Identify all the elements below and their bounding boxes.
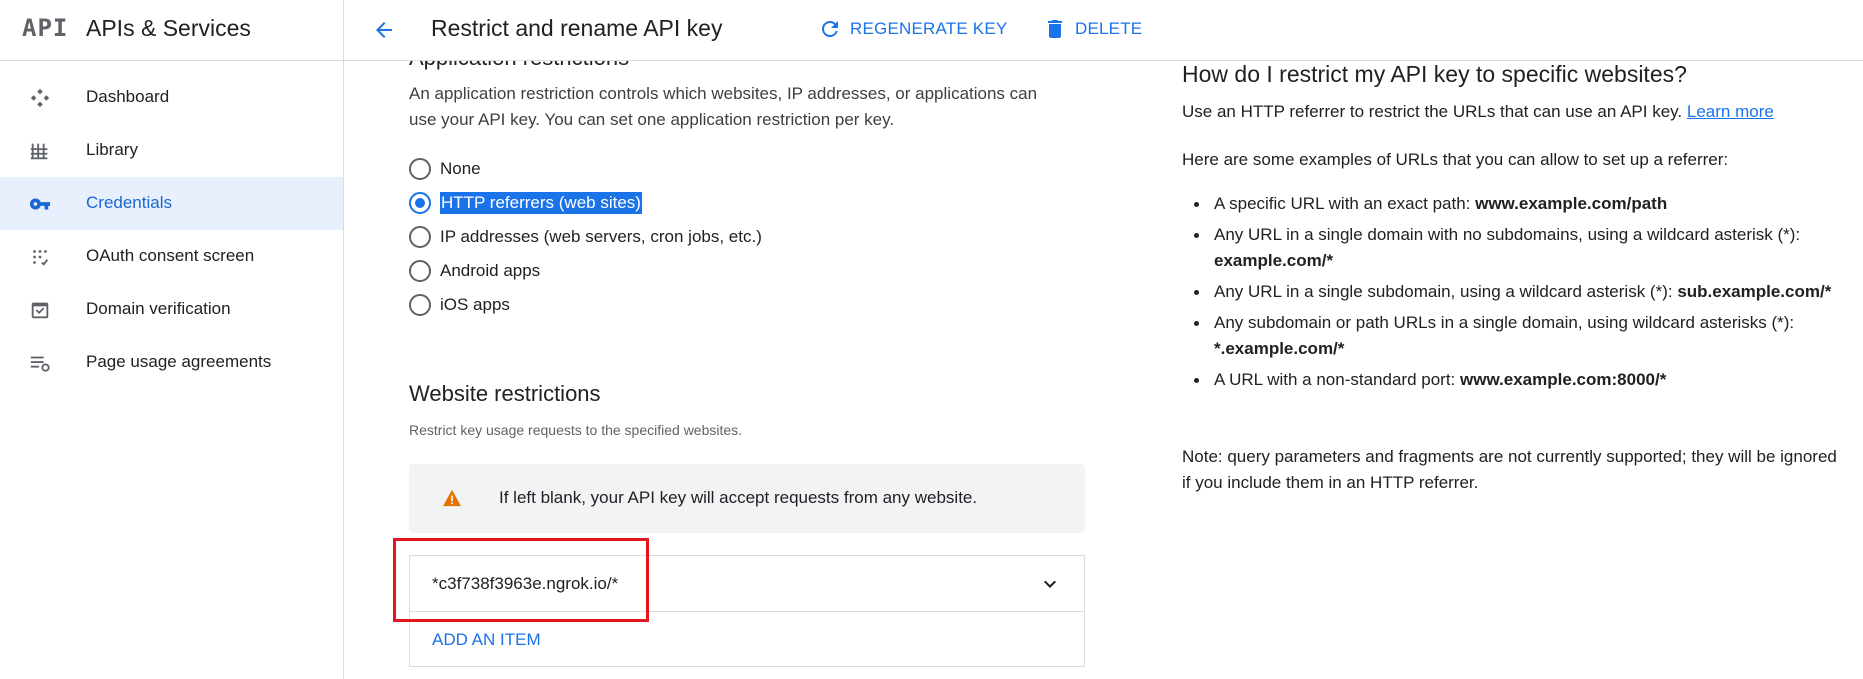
sidebar-item-dashboard[interactable]: Dashboard — [0, 71, 343, 124]
application-restrictions-description: An application restriction controls whic… — [409, 84, 1038, 129]
example-text: A URL with a non-standard port: — [1214, 370, 1461, 389]
example-text: Any subdomain or path URLs in a single d… — [1214, 313, 1795, 332]
sidebar-item-credentials[interactable]: Credentials — [0, 177, 343, 230]
radio-label: HTTP referrers (web sites) — [440, 192, 642, 214]
help-panel: How do I restrict my API key to specific… — [1182, 61, 1852, 679]
website-item-row[interactable]: *c3f738f3963e.ngrok.io/* — [409, 555, 1085, 611]
sidebar-item-label: Dashboard — [86, 87, 170, 106]
list-item: Any URL in a single subdomain, using a w… — [1182, 279, 1842, 305]
api-logo: API — [22, 14, 69, 42]
sidebar-item-domain-verification[interactable]: Domain verification — [0, 283, 343, 336]
list-item: Any subdomain or path URLs in a single d… — [1182, 310, 1842, 362]
dashboard-icon — [28, 86, 52, 110]
key-icon — [28, 192, 52, 216]
example-text: A specific URL with an exact path: — [1214, 194, 1476, 213]
list-item: A specific URL with an exact path: www.e… — [1182, 191, 1842, 217]
sidebar-item-label: Library — [86, 140, 138, 159]
warning-banner: If left blank, your API key will accept … — [409, 464, 1085, 533]
domain-verification-icon — [28, 298, 52, 322]
sidebar: Dashboard Library Credentials OAuth cons… — [0, 61, 344, 679]
oauth-consent-icon — [28, 245, 52, 269]
library-icon — [28, 139, 52, 163]
page-usage-icon — [28, 351, 52, 375]
radio-label: None — [440, 159, 481, 178]
sidebar-item-page-usage-agreements[interactable]: Page usage agreements — [0, 336, 343, 389]
list-item: A URL with a non-standard port: www.exam… — [1182, 367, 1842, 393]
radio-button[interactable] — [409, 260, 431, 282]
help-note: Note: query parameters and fragments are… — [1182, 447, 1837, 492]
help-examples-list: A specific URL with an exact path: www.e… — [1182, 191, 1842, 398]
radio-option-http-referrers[interactable]: HTTP referrers (web sites) — [409, 188, 642, 218]
sidebar-item-oauth-consent-screen[interactable]: OAuth consent screen — [0, 230, 343, 283]
radio-button[interactable] — [409, 226, 431, 248]
example-text: Any URL in a single subdomain, using a w… — [1214, 282, 1678, 301]
delete-button[interactable]: DELETE — [1043, 16, 1142, 42]
radio-button[interactable] — [409, 294, 431, 316]
trash-icon — [1048, 20, 1062, 38]
radio-option-none[interactable]: None — [409, 154, 481, 184]
help-intro: Use an HTTP referrer to restrict the URL… — [1182, 99, 1842, 125]
radio-option-android-apps[interactable]: Android apps — [409, 256, 540, 286]
website-restrictions-subtitle: Restrict key usage requests to the speci… — [409, 422, 743, 438]
sidebar-item-label: Domain verification — [86, 299, 231, 318]
radio-label: IP addresses (web servers, cron jobs, et… — [440, 227, 762, 246]
radio-label: iOS apps — [440, 295, 510, 314]
app-title: APIs & Services — [86, 15, 251, 41]
delete-label: DELETE — [1075, 19, 1143, 38]
radio-option-ip-addresses[interactable]: IP addresses (web servers, cron jobs, et… — [409, 222, 762, 252]
radio-label: Android apps — [440, 261, 541, 280]
help-examples-intro: Here are some examples of URLs that you … — [1182, 150, 1729, 169]
radio-button[interactable] — [409, 158, 431, 180]
warning-text: If left blank, your API key will accept … — [499, 488, 978, 507]
sidebar-item-library[interactable]: Library — [0, 124, 343, 177]
add-item-row: ADD AN ITEM — [409, 611, 1085, 667]
warning-icon — [442, 489, 462, 512]
example-url: example.com/* — [1214, 251, 1334, 270]
regenerate-key-label: REGENERATE KEY — [850, 19, 1008, 38]
regenerate-key-button[interactable]: REGENERATE KEY — [818, 16, 1007, 42]
list-item: Any URL in a single domain with no subdo… — [1182, 222, 1842, 274]
learn-more-link[interactable]: Learn more — [1687, 102, 1774, 121]
sidebar-item-label: Credentials — [86, 193, 172, 212]
example-url: *.example.com/* — [1214, 339, 1345, 358]
website-restrictions-heading: Website restrictions — [409, 381, 601, 406]
help-intro-text: Use an HTTP referrer to restrict the URL… — [1182, 102, 1683, 121]
radio-option-ios-apps[interactable]: iOS apps — [409, 290, 510, 320]
top-app-bar: API APIs & Services Restrict and rename … — [0, 0, 1863, 61]
sidebar-item-label: OAuth consent screen — [86, 246, 255, 265]
chevron-down-icon[interactable] — [1038, 572, 1062, 601]
radio-button-checked[interactable] — [409, 192, 431, 214]
example-url: sub.example.com/* — [1677, 282, 1832, 301]
refresh-icon — [822, 20, 838, 37]
website-item-value: *c3f738f3963e.ngrok.io/* — [432, 574, 619, 593]
page-title: Restrict and rename API key — [431, 15, 723, 41]
back-arrow-icon[interactable] — [366, 12, 402, 48]
example-url: www.example.com/path — [1475, 194, 1668, 213]
example-text: Any URL in a single domain with no subdo… — [1214, 225, 1801, 244]
sidebar-item-label: Page usage agreements — [86, 352, 272, 371]
restrictions-form: Application restrictions An application … — [345, 45, 1095, 679]
example-url: www.example.com:8000/* — [1460, 370, 1667, 389]
brand-area: API APIs & Services — [0, 0, 344, 61]
add-an-item-button[interactable]: ADD AN ITEM — [432, 630, 541, 650]
help-title: How do I restrict my API key to specific… — [1182, 61, 1687, 87]
